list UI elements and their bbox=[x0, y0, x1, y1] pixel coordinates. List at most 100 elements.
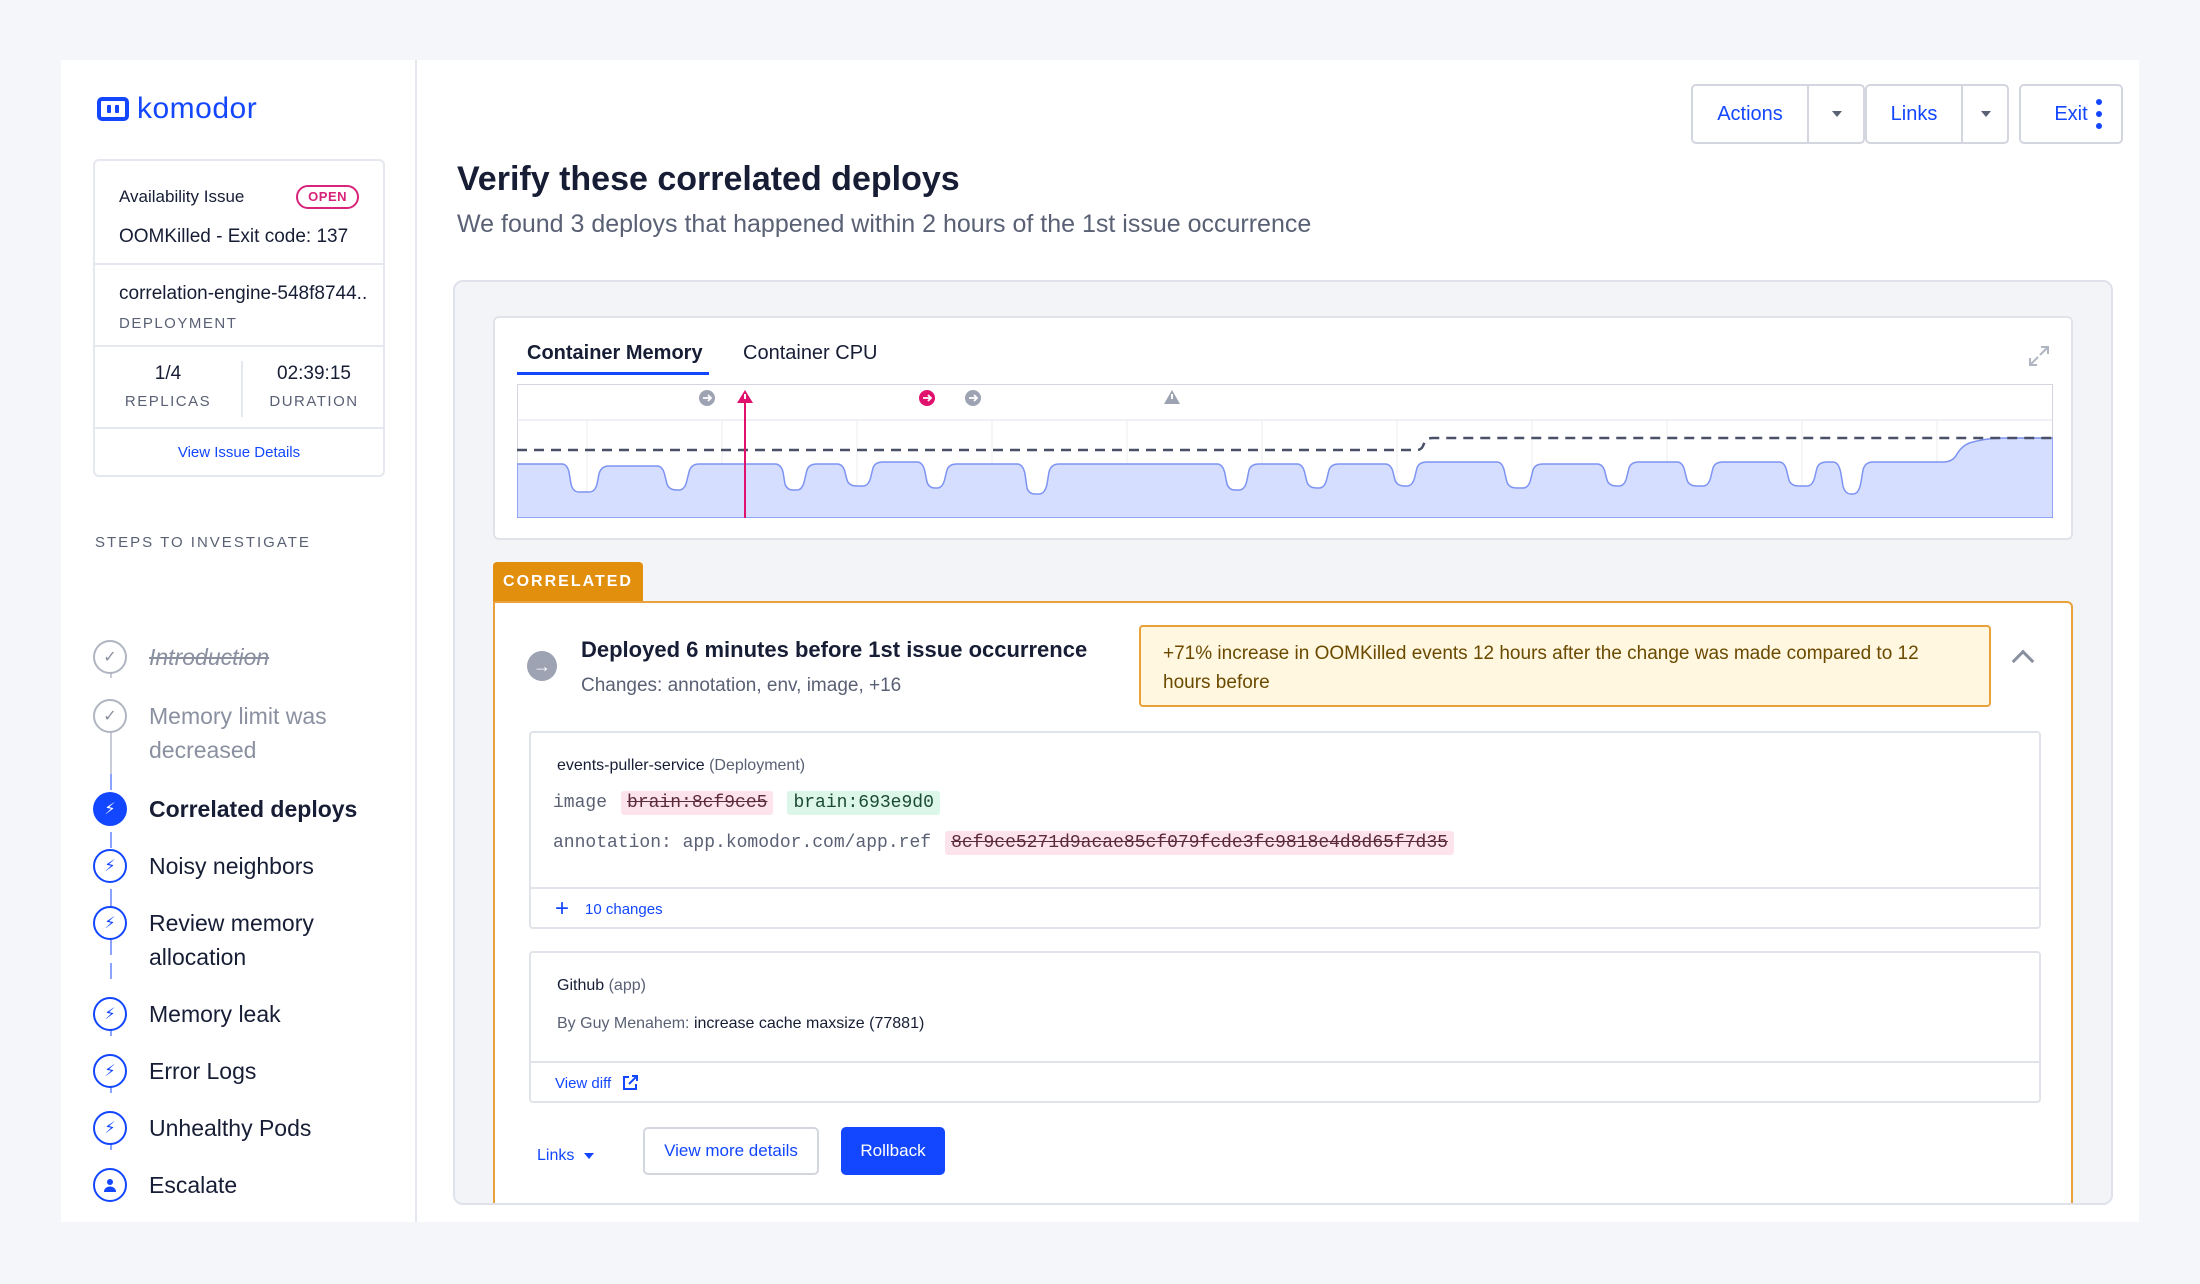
bolt-icon: ⚡︎ bbox=[93, 1111, 127, 1145]
correlated-deploy-icon bbox=[919, 390, 935, 406]
annotation-key: annotation: app.komodor.com/app.ref bbox=[553, 833, 932, 853]
issue-type: Availability Issue bbox=[119, 187, 245, 206]
brand-name: komodor bbox=[137, 92, 258, 125]
step-label: Unhealthy Pods bbox=[149, 1115, 312, 1141]
step-connector bbox=[110, 774, 112, 790]
deploy-arrow-icon: → bbox=[527, 651, 557, 681]
step-escalate[interactable]: Escalate bbox=[93, 1168, 237, 1202]
deploy-title: Deployed 6 minutes before 1st issue occu… bbox=[581, 637, 1088, 662]
links-dropdown-toggle[interactable] bbox=[1963, 86, 2009, 142]
commit-message: increase cache maxsize (77881) bbox=[693, 1015, 925, 1032]
step-noisy-neighbors[interactable]: ⚡︎ Noisy neighbors bbox=[93, 849, 314, 883]
issue-summary-card: Availability Issue OPEN OOMKilled - Exit… bbox=[93, 159, 385, 477]
metrics-chart-card: Container Memory Container CPU bbox=[493, 316, 2073, 540]
correlated-badge: CORRELATED bbox=[493, 562, 643, 602]
image-new-value: brain:693e9d0 bbox=[787, 791, 940, 815]
service-kind: DEPLOYMENT bbox=[119, 315, 238, 332]
deployment-kind: (Deployment) bbox=[709, 757, 806, 774]
step-correlated-deploys[interactable]: ⚡︎ Correlated deploys bbox=[93, 792, 357, 826]
deploy-changes: Changes: annotation, env, image, +16 bbox=[581, 675, 902, 696]
deployment-name: events-puller-service bbox=[557, 757, 705, 774]
annotation-old-value: 8cf9ce5271d9acae85cf079fcde3fc9818e4d8d6… bbox=[945, 831, 1454, 855]
step-label: Noisy neighbors bbox=[149, 853, 314, 879]
bolt-icon: ⚡︎ bbox=[93, 792, 127, 826]
actions-dropdown-toggle[interactable] bbox=[1809, 86, 1865, 142]
chevron-up-icon[interactable] bbox=[2011, 649, 2035, 673]
step-memory-leak[interactable]: ⚡︎ Memory leak bbox=[93, 997, 281, 1031]
step-label: Memory leak bbox=[149, 1001, 281, 1027]
commit-author: By Guy Menahem: bbox=[557, 1015, 690, 1032]
github-commit-card: Github (app) By Guy Menahem: increase ca… bbox=[529, 951, 2041, 1103]
view-diff-label: View diff bbox=[555, 1074, 612, 1092]
issue-reason: OOMKilled - Exit code: 137 bbox=[119, 226, 349, 247]
github-kind: (app) bbox=[608, 977, 646, 994]
more-changes-toggle[interactable]: + 10 changes bbox=[531, 887, 2039, 929]
expand-icon[interactable] bbox=[2027, 344, 2051, 368]
komodor-logo[interactable]: komodor bbox=[97, 92, 257, 126]
bolt-icon: ⚡︎ bbox=[93, 997, 127, 1031]
service-name: correlation-engine-548f8744.. bbox=[119, 283, 368, 304]
step-label: Correlated deploys bbox=[149, 796, 358, 822]
view-issue-details-link[interactable]: View Issue Details bbox=[95, 429, 383, 477]
correlated-deploys-panel: Container Memory Container CPU CORRELATE… bbox=[453, 280, 2113, 1205]
step-label: Review memory allocation bbox=[149, 910, 314, 970]
page-subtitle: We found 3 deploys that happened within … bbox=[457, 210, 1312, 238]
tab-container-cpu[interactable]: Container CPU bbox=[743, 342, 878, 365]
check-icon: ✓ bbox=[93, 640, 127, 674]
more-options-icon[interactable] bbox=[2093, 99, 2105, 129]
main-content: Actions Links Exit Verify these correlat… bbox=[417, 60, 2139, 1222]
duration-value: 02:39:15 bbox=[277, 363, 351, 384]
actions-button[interactable]: Actions bbox=[1693, 103, 1807, 126]
step-label: Memory limit was decreased bbox=[149, 703, 327, 763]
step-introduction[interactable]: ✓ Introduction bbox=[93, 640, 269, 674]
image-key: image bbox=[553, 793, 608, 813]
links-dropdown[interactable]: Links bbox=[537, 1147, 595, 1165]
chevron-down-icon bbox=[1832, 111, 1842, 117]
view-diff-link[interactable]: View diff bbox=[531, 1061, 2039, 1103]
step-error-logs[interactable]: ⚡︎ Error Logs bbox=[93, 1054, 256, 1088]
check-icon: ✓ bbox=[93, 699, 127, 733]
links-label: Links bbox=[537, 1147, 575, 1164]
step-unhealthy-pods[interactable]: ⚡︎ Unhealthy Pods bbox=[93, 1111, 311, 1145]
replicas-stat: 1/4 REPLICAS bbox=[95, 347, 241, 429]
tab-container-memory[interactable]: Container Memory bbox=[527, 342, 703, 365]
links-split-button: Links bbox=[1865, 84, 2009, 144]
bolt-icon: ⚡︎ bbox=[93, 906, 127, 940]
step-review-memory-allocation[interactable]: ⚡︎ Review memory allocation bbox=[93, 906, 339, 974]
memory-usage-chart bbox=[517, 384, 2053, 518]
person-icon bbox=[93, 1168, 127, 1202]
exit-button[interactable]: Exit bbox=[2019, 84, 2123, 144]
links-button[interactable]: Links bbox=[1867, 103, 1961, 126]
step-memory-limit-decreased[interactable]: ✓ Memory limit was decreased bbox=[93, 699, 359, 767]
github-name: Github bbox=[557, 977, 605, 994]
app-window: komodor Availability Issue OPEN OOMKille… bbox=[61, 60, 2139, 1222]
external-link-icon bbox=[623, 1075, 639, 1090]
sidebar: komodor Availability Issue OPEN OOMKille… bbox=[61, 60, 417, 1222]
replicas-value: 1/4 bbox=[154, 363, 182, 384]
steps-title: STEPS TO INVESTIGATE bbox=[95, 534, 311, 551]
step-label: Escalate bbox=[149, 1172, 238, 1198]
status-badge: OPEN bbox=[296, 185, 359, 209]
correlated-deploy-card: → Deployed 6 minutes before 1st issue oc… bbox=[493, 601, 2073, 1203]
duration-stat: 02:39:15 DURATION bbox=[241, 347, 387, 429]
actions-split-button: Actions bbox=[1691, 84, 1865, 144]
chevron-down-icon bbox=[1981, 111, 1991, 117]
plus-icon: + bbox=[555, 895, 570, 922]
chevron-down-icon bbox=[584, 1153, 595, 1159]
deployment-diff-card: events-puller-service (Deployment) image… bbox=[529, 731, 2041, 929]
komodor-logo-icon bbox=[97, 97, 129, 121]
step-label: Error Logs bbox=[149, 1058, 257, 1084]
more-changes-label: 10 changes bbox=[585, 900, 663, 918]
duration-label: DURATION bbox=[269, 393, 359, 410]
bolt-icon: ⚡︎ bbox=[93, 849, 127, 883]
page-title: Verify these correlated deploys bbox=[457, 160, 960, 198]
rollback-button[interactable]: Rollback bbox=[841, 1127, 945, 1175]
image-old-value: brain:8cf9ce5 bbox=[621, 791, 774, 815]
deploy-event-icon bbox=[699, 390, 715, 406]
bolt-icon: ⚡︎ bbox=[93, 1054, 127, 1088]
deploy-event-icon bbox=[965, 390, 981, 406]
step-label: Introduction bbox=[149, 644, 270, 670]
active-tab-indicator bbox=[517, 372, 709, 375]
oomkilled-increase-alert: +71% increase in OOMKilled events 12 hou… bbox=[1139, 625, 1991, 707]
view-more-details-button[interactable]: View more details bbox=[643, 1127, 819, 1175]
